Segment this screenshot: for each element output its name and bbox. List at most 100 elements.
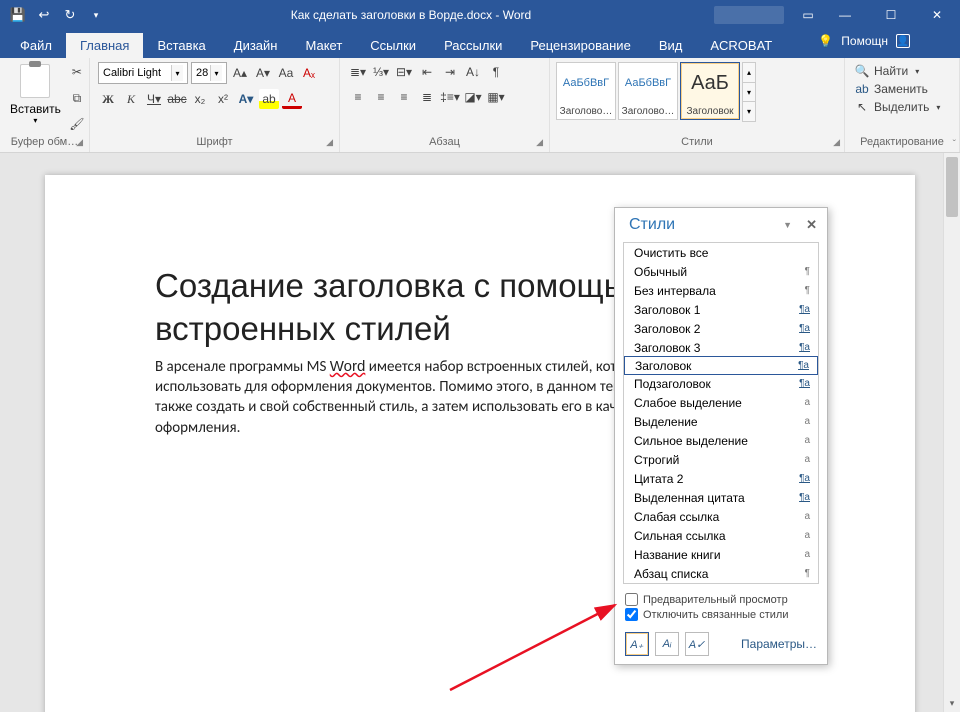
tab-home[interactable]: Главная [66,33,143,58]
preview-checkbox-input[interactable] [625,593,638,606]
new-style-button[interactable]: A₊ [625,632,649,656]
styles-pane[interactable]: Стили ▼ ✕ Очистить всеОбычный¶Без интерв… [614,207,828,665]
scrollbar-thumb[interactable] [946,157,958,217]
subscript-button[interactable]: x₂ [190,89,210,109]
align-right-icon[interactable]: ≡ [394,87,414,107]
font-name-combobox[interactable]: Calibri Light ▾ [98,62,188,84]
styles-params-link[interactable]: Параметры… [741,637,817,651]
align-center-icon[interactable]: ≡ [371,87,391,107]
manage-styles-button[interactable]: A✓ [685,632,709,656]
numbering-icon[interactable]: ⅓▾ [371,62,391,82]
style-item-17[interactable]: Абзац списка¶ [624,564,818,583]
clipboard-launcher-icon[interactable]: ◢ [76,137,83,148]
copy-icon[interactable]: ⧉ [67,88,87,108]
qat-customize-icon[interactable]: ▾ [84,3,108,27]
decrease-indent-icon[interactable]: ⇤ [417,62,437,82]
style-item-10[interactable]: Сильное выделениеa [624,431,818,450]
close-icon[interactable]: ✕ [806,217,817,233]
style-item-13[interactable]: Выделенная цитата¶a [624,488,818,507]
cut-icon[interactable]: ✂ [67,62,87,82]
tab-insert[interactable]: Вставка [143,33,219,58]
change-case-icon[interactable]: Aa [276,63,296,83]
tell-me-label[interactable]: Помощн [841,34,888,48]
collapse-ribbon-icon[interactable]: ˇ [953,139,956,150]
chevron-down-icon[interactable]: ▾ [171,65,183,81]
pane-options-icon[interactable]: ▼ [779,218,796,232]
style-item-15[interactable]: Сильная ссылкаa [624,526,818,545]
disable-linked-checkbox[interactable]: Отключить связанные стили [625,607,817,622]
style-item-7[interactable]: Подзаголовок¶a [624,374,818,393]
tab-layout[interactable]: Макет [291,33,356,58]
italic-button[interactable]: К [121,89,141,109]
select-button[interactable]: ↖ Выделить ▾ [853,98,951,116]
multilevel-list-icon[interactable]: ⊟▾ [394,62,414,82]
replace-button[interactable]: ab Заменить [853,80,951,98]
tab-file[interactable]: Файл [6,33,66,58]
style-item-6[interactable]: Заголовок¶a [624,356,818,375]
minimize-button[interactable]: — [822,0,868,30]
gallery-down-icon[interactable]: ▾ [743,83,755,103]
justify-icon[interactable]: ≣ [417,87,437,107]
tab-review[interactable]: Рецензирование [516,33,644,58]
shrink-font-icon[interactable]: A▾ [253,63,273,83]
style-thumb-heading2[interactable]: АаБбВвГ Заголово… [618,62,678,120]
sort-icon[interactable]: A↓ [463,62,483,82]
redo-icon[interactable]: ↻ [58,3,82,27]
borders-icon[interactable]: ▦▾ [486,87,506,107]
style-item-9[interactable]: Выделениеa [624,412,818,431]
save-icon[interactable]: 💾 [6,3,30,27]
style-item-12[interactable]: Цитата 2¶a [624,469,818,488]
style-item-4[interactable]: Заголовок 2¶a [624,319,818,338]
style-inspector-button[interactable]: Aᵢ [655,632,679,656]
grow-font-icon[interactable]: A▴ [230,63,250,83]
tell-me-icon[interactable]: 💡 [818,34,833,48]
gallery-up-icon[interactable]: ▴ [743,63,755,83]
user-account-badge[interactable] [714,6,784,24]
spellcheck-wavy[interactable]: Word [330,358,366,375]
account-icon[interactable]: 👤 [896,34,910,48]
undo-icon[interactable]: ↩ [32,3,56,27]
font-size-combobox[interactable]: 28 ▾ [191,62,227,84]
tab-design[interactable]: Дизайн [220,33,292,58]
font-launcher-icon[interactable]: ◢ [326,137,333,148]
maximize-button[interactable]: ☐ [868,0,914,30]
styles-pane-header[interactable]: Стили ▼ ✕ [615,208,827,240]
style-item-14[interactable]: Слабая ссылкаa [624,507,818,526]
format-painter-icon[interactable]: 🖌 [67,114,87,134]
show-hide-icon[interactable]: ¶ [486,62,506,82]
style-item-0[interactable]: Очистить все [624,243,818,262]
clear-format-icon[interactable]: Aₓ [299,63,319,83]
tab-acrobat[interactable]: ACROBAT [696,33,786,58]
tab-mailings[interactable]: Рассылки [430,33,516,58]
ribbon-display-options-icon[interactable]: ▭ [794,0,822,30]
line-spacing-icon[interactable]: ‡≡▾ [440,87,460,107]
bold-button[interactable]: Ж [98,89,118,109]
highlight-color-icon[interactable]: ab [259,89,279,109]
text-effects-icon[interactable]: A▾ [236,89,256,109]
increase-indent-icon[interactable]: ⇥ [440,62,460,82]
tab-references[interactable]: Ссылки [356,33,430,58]
vertical-scrollbar[interactable]: ▴ ▾ [943,153,960,712]
paragraph-launcher-icon[interactable]: ◢ [536,137,543,148]
superscript-button[interactable]: x² [213,89,233,109]
gallery-scroll-buttons[interactable]: ▴ ▾ ▾ [742,62,756,122]
style-item-3[interactable]: Заголовок 1¶a [624,300,818,319]
style-thumb-title[interactable]: АаБ Заголовок [680,62,740,120]
style-item-11[interactable]: Строгийa [624,450,818,469]
style-item-1[interactable]: Обычный¶ [624,262,818,281]
styles-gallery[interactable]: АаБбВвГ Заголово… АаБбВвГ Заголово… АаБ … [556,62,838,124]
scroll-down-icon[interactable]: ▾ [944,695,960,712]
find-button[interactable]: 🔍 Найти ▾ [853,62,951,80]
tab-view[interactable]: Вид [645,33,697,58]
styles-pane-list[interactable]: Очистить всеОбычный¶Без интервала¶Заголо… [623,242,819,584]
underline-button[interactable]: Ч▾ [144,89,164,109]
style-item-5[interactable]: Заголовок 3¶a [624,338,818,357]
style-item-2[interactable]: Без интервала¶ [624,281,818,300]
style-thumb-heading1[interactable]: АаБбВвГ Заголово… [556,62,616,120]
chevron-down-icon[interactable]: ▾ [210,65,222,81]
gallery-more-icon[interactable]: ▾ [743,102,755,121]
preview-checkbox[interactable]: Предварительный просмотр [625,592,817,607]
strike-button[interactable]: abc [167,89,187,109]
disable-linked-checkbox-input[interactable] [625,608,638,621]
style-item-16[interactable]: Название книгиa [624,545,818,564]
